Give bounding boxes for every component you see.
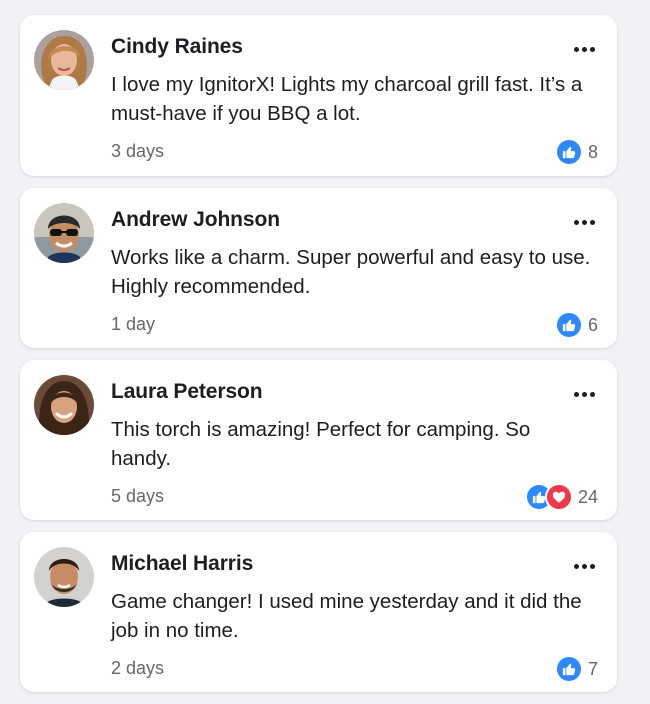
comment-author[interactable]: Cindy Raines	[111, 35, 243, 59]
more-options-icon[interactable]	[569, 382, 599, 406]
like-icon	[554, 138, 583, 166]
like-icon	[554, 655, 583, 683]
love-icon	[544, 483, 573, 511]
comment-author[interactable]: Michael Harris	[111, 552, 253, 576]
comment-text: Game changer! I used mine yesterday and …	[111, 590, 582, 642]
reaction-count: 6	[587, 314, 598, 335]
reactions[interactable]: 7	[554, 655, 598, 683]
comments-feed: Cindy Raines I love my IgnitorX! Lights …	[0, 0, 650, 704]
reaction-count: 7	[587, 658, 598, 679]
avatar[interactable]	[34, 547, 94, 607]
comment-author[interactable]: Andrew Johnson	[111, 208, 280, 232]
reactions[interactable]: 8	[554, 138, 598, 166]
avatar[interactable]	[34, 375, 94, 435]
avatar[interactable]	[34, 203, 94, 263]
comment-text: This torch is amazing! Perfect for campi…	[111, 418, 531, 470]
reaction-count: 8	[587, 141, 598, 162]
comment-text: I love my IgnitorX! Lights my charcoal g…	[111, 73, 583, 125]
reactions[interactable]: 24	[524, 483, 598, 511]
like-icon	[554, 311, 583, 339]
comment-timestamp[interactable]: 2 days	[111, 658, 164, 679]
more-options-icon[interactable]	[569, 37, 599, 61]
reaction-count: 24	[577, 486, 598, 507]
avatar[interactable]	[34, 30, 94, 90]
comment-card: Andrew Johnson Works like a charm. Super…	[20, 188, 617, 348]
comment-timestamp[interactable]: 5 days	[111, 486, 164, 507]
comment-text: Works like a charm. Super powerful and e…	[111, 246, 591, 298]
comment-card: Cindy Raines I love my IgnitorX! Lights …	[20, 15, 617, 176]
comment-card: Laura Peterson This torch is amazing! Pe…	[20, 360, 617, 520]
comment-timestamp[interactable]: 1 day	[111, 314, 155, 335]
comment-author[interactable]: Laura Peterson	[111, 380, 263, 404]
more-options-icon[interactable]	[569, 554, 599, 578]
comment-card: Michael Harris Game changer! I used mine…	[20, 532, 617, 692]
reactions[interactable]: 6	[554, 311, 598, 339]
comment-timestamp[interactable]: 3 days	[111, 141, 164, 162]
more-options-icon[interactable]	[569, 210, 599, 234]
